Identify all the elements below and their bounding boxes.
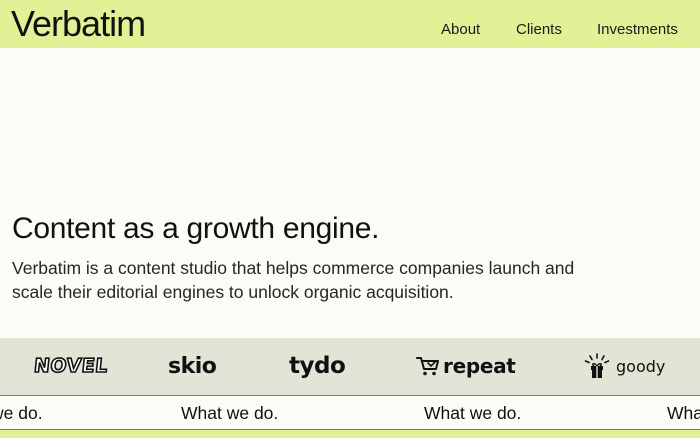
client-logo-band: NOVEL skio tydo repeat goody <box>0 338 700 395</box>
site-header: Verbatim About Clients Investments <box>0 0 700 48</box>
client-logo-repeat: repeat <box>416 350 516 382</box>
hero-description: Verbatim is a content studio that helps … <box>12 258 575 302</box>
client-logo-tydo: tydo <box>289 350 346 382</box>
cart-icon <box>416 357 439 376</box>
nav-link-clients[interactable]: Clients <box>516 21 562 39</box>
client-logo-goody-text: goody <box>616 356 666 376</box>
ticker-item: we do. <box>0 403 43 423</box>
ticker-item: What we do. <box>181 403 279 423</box>
ticker-item: What we do. <box>424 403 522 423</box>
next-section-edge <box>0 430 700 438</box>
client-logo-novel-text: NOVEL <box>32 354 110 378</box>
site-logo[interactable]: Verbatim <box>11 3 146 45</box>
page: Verbatim About Clients Investments Conte… <box>0 0 700 438</box>
hero-title: Content as a growth engine. <box>12 212 380 245</box>
ticker-item: Wha <box>667 403 700 423</box>
nav-link-about[interactable]: About <box>441 21 480 39</box>
client-logo-skio-text: skio <box>168 353 217 379</box>
what-we-do-ticker: we do. What we do. What we do. Wha <box>0 395 700 430</box>
client-logo-goody: goody <box>584 350 665 382</box>
nav-link-investments[interactable]: Investments <box>597 21 678 39</box>
client-logo-repeat-text: repeat <box>443 354 516 378</box>
client-logo-novel: NOVEL <box>32 350 110 382</box>
client-logo-skio: skio <box>168 350 217 382</box>
client-logo-tydo-text: tydo <box>289 353 346 379</box>
gift-icon <box>584 353 610 378</box>
